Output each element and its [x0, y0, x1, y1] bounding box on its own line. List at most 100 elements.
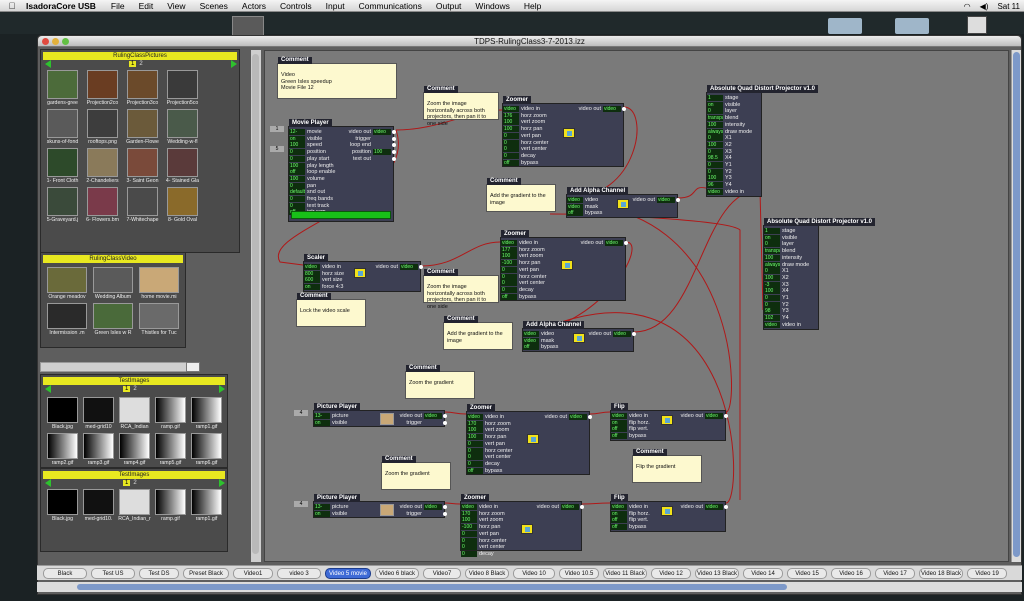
- input-value[interactable]: off: [611, 524, 627, 531]
- input-value[interactable]: 0: [707, 148, 723, 155]
- patch-cord[interactable]: [420, 241, 501, 267]
- input-value[interactable]: video: [764, 321, 780, 328]
- input-value[interactable]: 0: [501, 273, 517, 280]
- input-value[interactable]: 0: [501, 280, 517, 287]
- input-value[interactable]: 100: [467, 427, 483, 434]
- input-value[interactable]: 100: [467, 434, 483, 441]
- input-value[interactable]: 0: [289, 196, 305, 202]
- input-value[interactable]: transpar: [764, 248, 780, 255]
- input-value[interactable]: 100: [764, 274, 780, 281]
- scene-tab[interactable]: Video 10: [513, 568, 555, 579]
- input-value[interactable]: -100: [461, 524, 477, 531]
- output-port[interactable]: [580, 505, 584, 509]
- input-value[interactable]: 0: [503, 152, 519, 159]
- input-value[interactable]: 0: [707, 108, 723, 115]
- input-value[interactable]: 0: [461, 530, 477, 537]
- input-value[interactable]: on: [764, 234, 780, 241]
- scene-tab[interactable]: Video 6 black: [375, 568, 419, 579]
- output-port[interactable]: [419, 265, 423, 269]
- input-value[interactable]: 0: [467, 454, 483, 461]
- output-port[interactable]: [724, 505, 728, 509]
- comment-box[interactable]: Comment Add the gradient to the image: [486, 178, 556, 212]
- input-value[interactable]: 170: [461, 510, 477, 517]
- input-value[interactable]: 170: [467, 420, 483, 427]
- scene-tab[interactable]: Video 18 Black: [919, 568, 963, 579]
- output-port[interactable]: [676, 198, 680, 202]
- output-port[interactable]: [443, 511, 447, 516]
- input-value[interactable]: on: [611, 419, 627, 426]
- output-port[interactable]: [443, 420, 447, 425]
- input-value[interactable]: off: [611, 517, 627, 524]
- input-value[interactable]: 0: [707, 168, 723, 175]
- input-value[interactable]: off: [611, 426, 627, 433]
- comment-box[interactable]: Comment Zoom the gradient: [405, 365, 475, 399]
- scene-tab[interactable]: Video 10.5: [559, 568, 599, 579]
- actor-number-badge[interactable]: 1: [270, 126, 284, 132]
- patch-cord[interactable]: [444, 411, 467, 415]
- input-value[interactable]: video: [523, 337, 539, 344]
- scene-tab[interactable]: Video 17: [875, 568, 915, 579]
- input-value[interactable]: video: [707, 188, 723, 195]
- input-value[interactable]: 100: [764, 288, 780, 295]
- input-value[interactable]: off: [567, 210, 583, 217]
- actor-flip1[interactable]: Flip video video in on flip horz. off flip ver…: [610, 403, 728, 441]
- input-value[interactable]: 0: [467, 440, 483, 447]
- input-value[interactable]: 0: [764, 241, 780, 248]
- actor-zoom1[interactable]: Zoomer video video in 176 horz zoom 100 vert z…: [502, 96, 626, 168]
- input-value[interactable]: 0: [503, 132, 519, 139]
- input-value[interactable]: 96: [707, 182, 723, 189]
- scene-tab[interactable]: Video7: [423, 568, 461, 579]
- output-port[interactable]: [624, 241, 628, 245]
- horizontal-scrollbar[interactable]: [37, 582, 1022, 592]
- output-port[interactable]: [622, 107, 626, 111]
- comment-box[interactable]: Comment Video Green Isles speedup Movie Fil…: [277, 57, 397, 99]
- input-value[interactable]: 98.5: [707, 155, 723, 162]
- output-port[interactable]: [392, 136, 396, 141]
- actor-number-badge[interactable]: 5: [270, 146, 284, 152]
- input-value[interactable]: off: [503, 159, 519, 166]
- scene-tab[interactable]: video 3: [277, 568, 321, 579]
- input-value[interactable]: 600: [304, 277, 320, 284]
- input-value[interactable]: 0: [501, 286, 517, 293]
- input-value[interactable]: always: [764, 261, 780, 268]
- input-value[interactable]: 100: [707, 175, 723, 182]
- input-value[interactable]: 0: [503, 146, 519, 153]
- actor-zoom4[interactable]: Zoomer video video in 170 horz zoom 100 vert z…: [460, 494, 584, 557]
- input-value[interactable]: 0: [501, 266, 517, 273]
- input-value[interactable]: 100: [289, 175, 305, 182]
- input-value[interactable]: 0: [461, 550, 477, 557]
- actor-movie[interactable]: Movie Player12-Greenmovieonvisible100spe…: [288, 119, 396, 222]
- comment-box[interactable]: Comment Zoom the image horizontally across…: [423, 86, 499, 127]
- comment-box[interactable]: Comment Lock the video scale: [296, 293, 366, 327]
- input-value[interactable]: 1: [707, 95, 723, 101]
- input-value[interactable]: off: [467, 467, 483, 474]
- output-port[interactable]: [392, 130, 396, 134]
- actor-alpha1[interactable]: Add Alpha Channel video video video mask off b…: [566, 187, 680, 219]
- output-port[interactable]: [588, 415, 592, 419]
- output-port[interactable]: [392, 156, 396, 161]
- scene-tab[interactable]: Video1: [233, 568, 273, 579]
- output-port[interactable]: [443, 414, 447, 418]
- input-value[interactable]: 0: [503, 139, 519, 146]
- patch-cord[interactable]: [677, 187, 707, 199]
- input-value[interactable]: 176: [503, 112, 519, 119]
- patch-cord[interactable]: [444, 502, 461, 505]
- input-value[interactable]: 100: [707, 141, 723, 148]
- scene-tab[interactable]: Video 16: [831, 568, 871, 579]
- scene-tab[interactable]: Video 12: [651, 568, 691, 579]
- input-value[interactable]: 0: [764, 301, 780, 308]
- comment-box[interactable]: Comment Add the gradient to the image: [443, 316, 513, 350]
- input-value[interactable]: 0: [764, 295, 780, 301]
- scene-tab[interactable]: Video 8 Black: [465, 568, 509, 579]
- comment-box[interactable]: Comment Zoom the gradient: [381, 456, 451, 490]
- scene-tab[interactable]: Test US: [91, 568, 135, 579]
- actor-zoom3[interactable]: Zoomer video video in 170 horz zoom 100 vert z…: [466, 404, 592, 476]
- input-value[interactable]: 0: [467, 447, 483, 454]
- input-value[interactable]: 800: [304, 270, 320, 277]
- input-value[interactable]: 100: [503, 126, 519, 133]
- input-value[interactable]: on: [611, 510, 627, 517]
- input-value[interactable]: default: [289, 189, 305, 196]
- actor-scaler[interactable]: Scaler video video in 800 horz size 600 vert s…: [303, 254, 423, 292]
- output-port[interactable]: [632, 332, 636, 336]
- patch-cord[interactable]: [581, 502, 611, 505]
